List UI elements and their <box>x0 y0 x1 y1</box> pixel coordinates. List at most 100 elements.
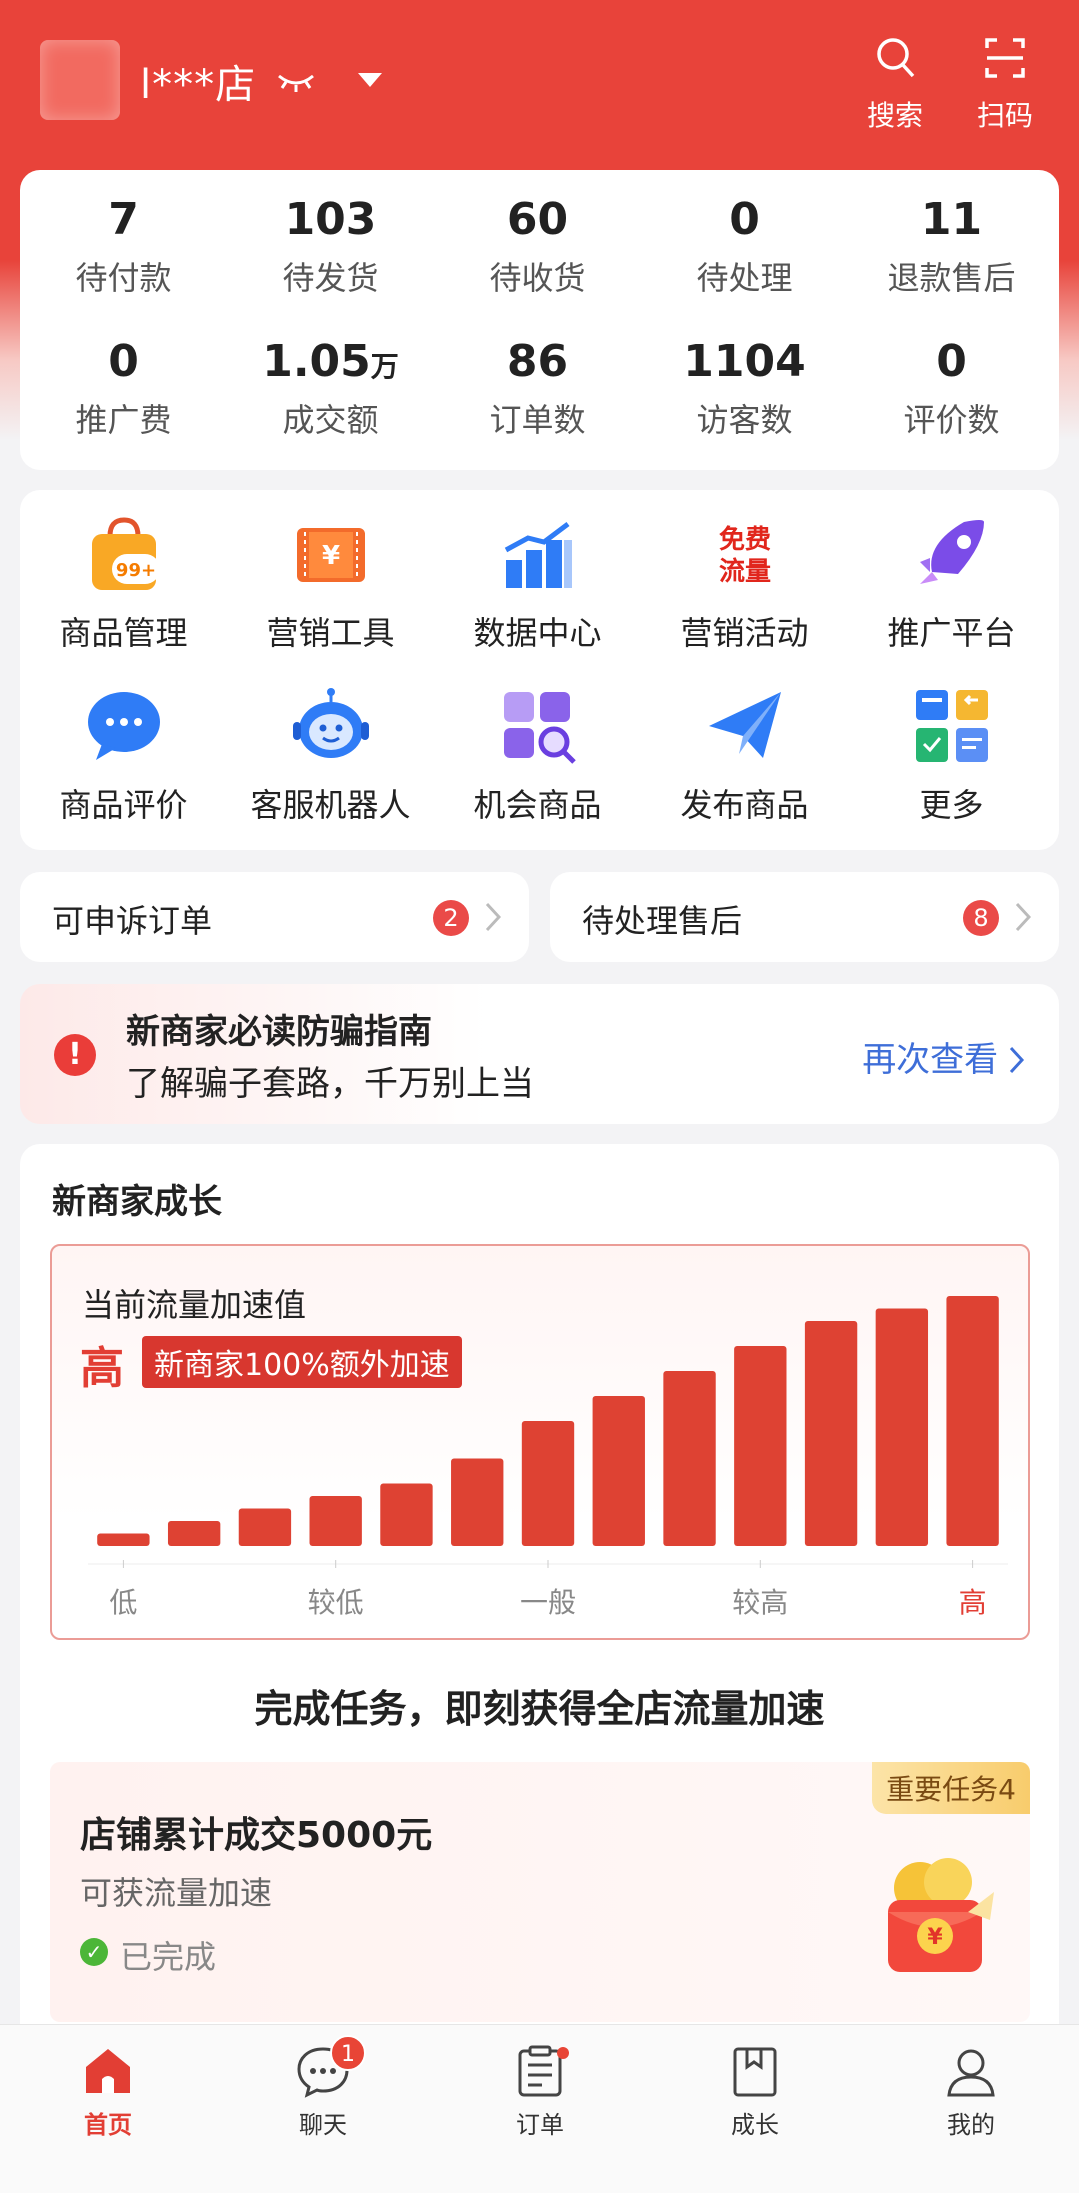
scan-label: 扫码 <box>976 99 1033 132</box>
stat-value: 0 <box>108 336 139 387</box>
bottom-navigation: 首页 1 聊天 订单 成长 我的 <box>0 2024 1079 2193</box>
bookmark-book-icon <box>733 2047 777 2097</box>
search-label: 搜索 <box>866 99 923 132</box>
nav-orders[interactable]: 订单 <box>465 2043 615 2140</box>
free-traffic-icon: 免费 流量 <box>718 524 770 587</box>
stat-value: 103 <box>284 194 377 245</box>
rocket-icon <box>919 520 984 584</box>
chevron-right-icon <box>1015 902 1031 932</box>
chart-bar <box>380 1483 433 1546</box>
stat-label: 评价数 <box>903 401 1000 439</box>
task-heading: 完成任务，即刻获得全店流量加速 <box>254 1687 825 1731</box>
stat-pending-receipt[interactable]: 60 待收货 <box>434 194 641 299</box>
stat-label: 订单数 <box>489 401 586 439</box>
search-grid-icon <box>503 692 576 764</box>
appeal-orders-entry[interactable]: 可申诉订单 2 <box>20 872 529 962</box>
shop-avatar[interactable] <box>40 40 120 120</box>
stat-value: 0 <box>729 194 760 245</box>
search-button[interactable]: 搜索 <box>850 36 940 136</box>
section-title: 新商家成长 <box>52 1182 222 1222</box>
profile-icon <box>947 2049 995 2097</box>
stat-label: 待付款 <box>75 259 172 297</box>
nav-profile[interactable]: 我的 <box>896 2043 1046 2140</box>
x-tick-label: 低 <box>109 1586 137 1619</box>
stat-value: 1104 <box>683 336 806 387</box>
scan-button[interactable]: 扫码 <box>960 36 1050 136</box>
stat-order-count[interactable]: 86 订单数 <box>434 336 641 441</box>
stat-label: 待收货 <box>489 259 586 297</box>
pill-label: 可申诉订单 <box>52 902 213 940</box>
check-circle-icon: ✓ <box>80 1938 108 1966</box>
eye-closed-icon[interactable] <box>276 68 316 94</box>
more-apps-icon <box>915 690 988 762</box>
chat-bubble-icon <box>87 692 160 760</box>
alert-icon: ! <box>54 1034 96 1076</box>
anti-fraud-notice[interactable]: ! 新商家必读防骗指南 了解骗子套路，千万别上当 再次查看 <box>20 984 1059 1124</box>
stat-unit: 万 <box>370 350 399 383</box>
tool-service-robot[interactable]: 客服机器人 <box>227 686 434 826</box>
shopping-bag-icon: 99+ <box>91 517 160 590</box>
stat-pending-payment[interactable]: 7 待付款 <box>20 194 227 299</box>
tool-product-management[interactable]: 99+ 商品管理 <box>20 514 227 654</box>
stat-gmv[interactable]: 1.05万 成交额 <box>227 336 434 441</box>
stat-visitor-count[interactable]: 1104 访客数 <box>641 336 848 441</box>
tool-opportunity-products[interactable]: 机会商品 <box>434 686 641 826</box>
stat-value: 60 <box>506 194 569 245</box>
tool-label: 商品评价 <box>59 786 188 824</box>
tool-label: 数据中心 <box>473 614 602 652</box>
pill-label: 待处理售后 <box>582 902 743 940</box>
tool-label: 推广平台 <box>887 614 1016 652</box>
stat-refund-aftersale[interactable]: 11 退款售后 <box>848 194 1055 299</box>
chart-bar <box>451 1458 504 1546</box>
pending-aftersale-entry[interactable]: 待处理售后 8 <box>550 872 1059 962</box>
tool-label: 机会商品 <box>473 786 602 824</box>
paper-plane-icon <box>708 692 781 758</box>
tool-publish-product[interactable]: 发布商品 <box>641 686 848 826</box>
stat-label: 访客数 <box>696 401 793 439</box>
x-tick-label: 高 <box>959 1586 987 1619</box>
stat-pending-shipment[interactable]: 103 待发货 <box>227 194 434 299</box>
chevron-down-icon[interactable] <box>356 70 384 90</box>
stat-pending-process[interactable]: 0 待处理 <box>641 194 848 299</box>
tool-promotion-platform[interactable]: 推广平台 <box>848 514 1055 654</box>
unread-badge: 1 <box>330 2035 366 2071</box>
stat-promotion-fee[interactable]: 0 推广费 <box>20 336 227 441</box>
new-merchant-growth-card: 新商家成长 低 较低 一般 较高 高 当前流量加速值 高 新商家100%额外加速 完成任… <box>20 1144 1059 2044</box>
tool-label: 营销工具 <box>266 614 395 652</box>
tool-data-center[interactable]: 数据中心 <box>434 514 641 654</box>
nav-label: 订单 <box>516 2111 564 2139</box>
stat-label: 成交额 <box>282 401 379 439</box>
badge-text: 99+ <box>115 560 155 581</box>
chart-caption: 当前流量加速值 <box>82 1286 307 1324</box>
tool-marketing-tools[interactable]: ¥ 营销工具 <box>227 514 434 654</box>
traffic-boost-chart: 低 较低 一般 较高 高 当前流量加速值 高 新商家100%额外加速 <box>50 1244 1030 1640</box>
tool-more[interactable]: 更多 <box>848 686 1055 826</box>
x-tick-label: 较低 <box>308 1586 364 1619</box>
tool-product-reviews[interactable]: 商品评价 <box>20 686 227 826</box>
current-level: 高 <box>80 1343 124 1394</box>
tools-grid-card: 99+ 商品管理 ¥ 营销工具 数据中心 免费 流量 营销活动 推广平台 商品评… <box>20 490 1059 850</box>
task-card[interactable]: 重要任务4 店铺累计成交5000元 可获流量加速 ✓ 已完成 ¥ <box>50 1762 1030 2022</box>
stat-label: 待处理 <box>696 259 793 297</box>
nav-label: 我的 <box>947 2111 995 2139</box>
nav-growth[interactable]: 成长 <box>680 2043 830 2140</box>
task-title: 店铺累计成交5000元 <box>80 1815 433 1856</box>
notice-title: 新商家必读防骗指南 <box>126 1012 432 1052</box>
red-envelope-icon: ¥ <box>888 1858 994 1972</box>
nav-chat[interactable]: 1 聊天 <box>248 2035 398 2140</box>
stat-review-count[interactable]: 0 评价数 <box>848 336 1055 441</box>
shop-name[interactable]: l***店 <box>140 52 256 110</box>
nav-home[interactable]: 首页 <box>33 2043 183 2140</box>
robot-icon <box>292 688 369 758</box>
task-subtitle: 可获流量加速 <box>80 1874 273 1912</box>
view-again-label: 再次查看 <box>862 1040 999 1080</box>
chart-bar <box>663 1371 716 1546</box>
view-again-link[interactable]: 再次查看 <box>862 1032 1025 1081</box>
bar-chart-icon <box>504 522 572 588</box>
chart-bar <box>167 1521 221 1546</box>
stat-number: 1.05 <box>262 336 371 387</box>
chart-bar <box>309 1496 362 1546</box>
home-icon <box>86 2049 130 2093</box>
boost-tag: 新商家100%额外加速 <box>142 1336 462 1388</box>
tool-marketing-activity[interactable]: 免费 流量 营销活动 <box>641 514 848 654</box>
